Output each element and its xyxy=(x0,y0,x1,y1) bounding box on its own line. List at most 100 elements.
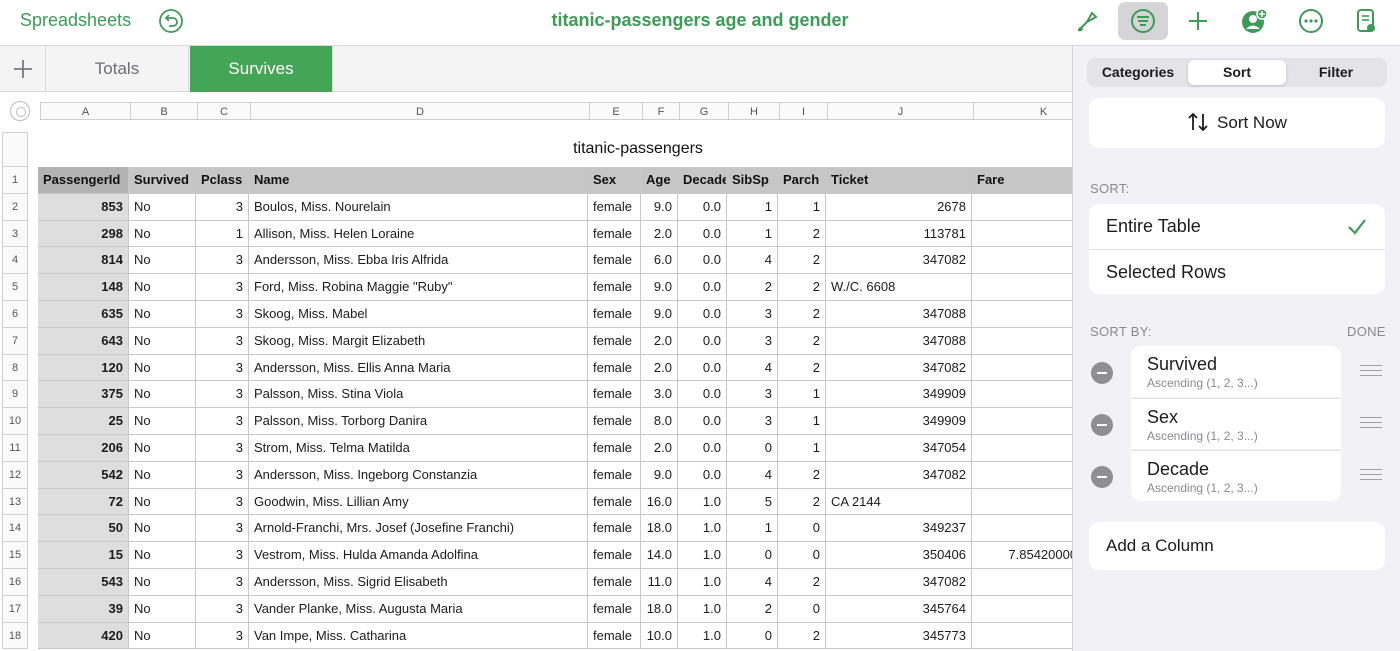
table-cell[interactable]: female xyxy=(588,301,641,328)
reorder-handle-icon[interactable] xyxy=(1360,417,1382,431)
table-cell[interactable]: Andersson, Miss. Sigrid Elisabeth xyxy=(249,569,588,596)
table-cell[interactable]: No xyxy=(129,220,196,248)
option-selected-rows[interactable]: Selected Rows xyxy=(1089,249,1385,294)
table-cell[interactable]: 349909 xyxy=(826,381,972,409)
add-sheet-button[interactable] xyxy=(0,46,46,92)
header-cell-ticket[interactable]: Ticket xyxy=(826,167,972,194)
remove-rule-icon[interactable] xyxy=(1091,466,1113,488)
table-cell[interactable]: 0.0 xyxy=(678,327,727,355)
passenger-id-cell[interactable]: 543 xyxy=(38,569,129,596)
table-cell[interactable]: CA 2144 xyxy=(826,488,972,516)
table-cell[interactable]: 0 xyxy=(778,542,826,569)
segment-filter[interactable]: Filter xyxy=(1287,60,1385,85)
table-cell[interactable]: 4 xyxy=(727,354,778,382)
table-cell[interactable]: 3 xyxy=(196,595,249,623)
table-cell[interactable]: female xyxy=(588,515,641,543)
row-header-18[interactable]: 18 xyxy=(2,622,28,650)
table-cell[interactable]: 3 xyxy=(196,354,249,382)
passenger-id-cell[interactable]: 635 xyxy=(38,301,129,328)
header-cell-age[interactable]: Age xyxy=(641,167,678,194)
column-header-b[interactable]: B xyxy=(131,102,198,120)
table-cell[interactable]: 0 xyxy=(778,515,826,543)
table-cell[interactable]: 347082 xyxy=(826,247,972,275)
table-cell[interactable]: 0.0 xyxy=(678,247,727,275)
table-cell[interactable]: 15 xyxy=(972,194,1072,221)
table-cell[interactable]: 0 xyxy=(778,595,826,623)
passenger-id-cell[interactable]: 298 xyxy=(38,220,129,248)
table-cell[interactable]: 2 xyxy=(778,220,826,248)
table-cell[interactable]: No xyxy=(129,193,196,221)
table-cell[interactable]: 347082 xyxy=(826,354,972,382)
column-header-j[interactable]: J xyxy=(828,102,974,120)
table-cell[interactable]: No xyxy=(129,354,196,382)
table-cell[interactable]: Andersson, Miss. Ebba Iris Alfrida xyxy=(249,247,588,275)
table-cell[interactable]: 0.0 xyxy=(678,274,727,301)
table-cell[interactable]: 0.0 xyxy=(678,354,727,382)
table-cell[interactable]: No xyxy=(129,247,196,275)
passenger-id-cell[interactable]: 148 xyxy=(38,274,129,301)
table-cell[interactable]: Vander Planke, Miss. Augusta Maria xyxy=(249,595,588,623)
table-cell[interactable]: female xyxy=(588,327,641,355)
table-cell[interactable] xyxy=(972,301,1072,328)
rule-sort-order[interactable]: Ascending (1, 2, 3...) xyxy=(1147,429,1258,443)
table-cell[interactable]: Palsson, Miss. Torborg Danira xyxy=(249,408,588,435)
passenger-id-cell[interactable]: 72 xyxy=(38,488,129,516)
column-header-k[interactable]: K xyxy=(974,102,1072,120)
table-cell[interactable]: 1.0 xyxy=(678,595,727,623)
table-cell[interactable]: 3 xyxy=(196,488,249,516)
table-cell[interactable]: 3 xyxy=(196,327,249,355)
table-cell[interactable]: 0 xyxy=(727,622,778,650)
table-cell[interactable]: 9.0 xyxy=(641,274,678,301)
table-cell[interactable]: 0.0 xyxy=(678,193,727,221)
row-header-4[interactable]: 4 xyxy=(2,247,28,275)
add-a-column-button[interactable]: Add a Column xyxy=(1089,522,1385,570)
table-cell[interactable]: 0.0 xyxy=(678,435,727,462)
table-cell[interactable]: 3 xyxy=(196,247,249,275)
table-cell[interactable]: 2 xyxy=(727,274,778,301)
table-cell[interactable]: 0.0 xyxy=(678,381,727,409)
column-header-h[interactable]: H xyxy=(729,102,780,120)
table-cell[interactable]: female xyxy=(588,247,641,275)
more-icon[interactable] xyxy=(1297,7,1325,35)
passenger-id-cell[interactable]: 375 xyxy=(38,381,129,409)
column-header-f[interactable]: F xyxy=(643,102,680,120)
table-cell[interactable]: No xyxy=(129,542,196,569)
table-cell[interactable]: Palsson, Miss. Stina Viola xyxy=(249,381,588,409)
table-cell[interactable] xyxy=(972,515,1072,543)
header-cell-sibsp[interactable]: SibSp xyxy=(727,167,778,194)
table-cell[interactable]: Andersson, Miss. Ingeborg Constanzia xyxy=(249,461,588,489)
row-header-10[interactable]: 10 xyxy=(2,408,28,435)
column-header-d[interactable]: D xyxy=(251,102,590,120)
table-cell[interactable]: 1 xyxy=(778,408,826,435)
column-header-a[interactable]: A xyxy=(40,102,131,120)
table-cell[interactable]: No xyxy=(129,327,196,355)
tab-totals[interactable]: Totals xyxy=(46,46,189,92)
table-cell[interactable]: 1 xyxy=(972,221,1072,248)
row-header-3[interactable]: 3 xyxy=(2,220,28,248)
passenger-id-cell[interactable]: 15 xyxy=(38,542,129,569)
table-cell[interactable]: 347088 xyxy=(826,301,972,328)
table-cell[interactable]: No xyxy=(129,488,196,516)
rule-sort-order[interactable]: Ascending (1, 2, 3...) xyxy=(1147,481,1258,495)
table-cell[interactable]: female xyxy=(588,569,641,596)
table-cell[interactable]: 0 xyxy=(727,542,778,569)
table-cell[interactable]: 3 xyxy=(196,193,249,221)
row-header-17[interactable]: 17 xyxy=(2,595,28,623)
table-cell[interactable]: female xyxy=(588,354,641,382)
table-cell[interactable]: No xyxy=(129,461,196,489)
add-icon[interactable] xyxy=(1184,7,1212,35)
table-cell[interactable]: female xyxy=(588,542,641,569)
table-cell[interactable]: No xyxy=(129,595,196,623)
header-cell-survived[interactable]: Survived xyxy=(129,167,196,194)
table-cell[interactable]: 345764 xyxy=(826,595,972,623)
row-header-5[interactable]: 5 xyxy=(2,274,28,301)
table-cell[interactable]: female xyxy=(588,488,641,516)
table-cell[interactable]: 347088 xyxy=(826,327,972,355)
table-cell[interactable]: 18.0 xyxy=(641,515,678,543)
row-header-11[interactable]: 11 xyxy=(2,435,28,462)
table-cell[interactable]: 2 xyxy=(727,595,778,623)
row-header-2[interactable]: 2 xyxy=(2,193,28,221)
table-cell[interactable]: 9.0 xyxy=(641,301,678,328)
table-cell[interactable]: female xyxy=(588,622,641,650)
table-cell[interactable]: Goodwin, Miss. Lillian Amy xyxy=(249,488,588,516)
